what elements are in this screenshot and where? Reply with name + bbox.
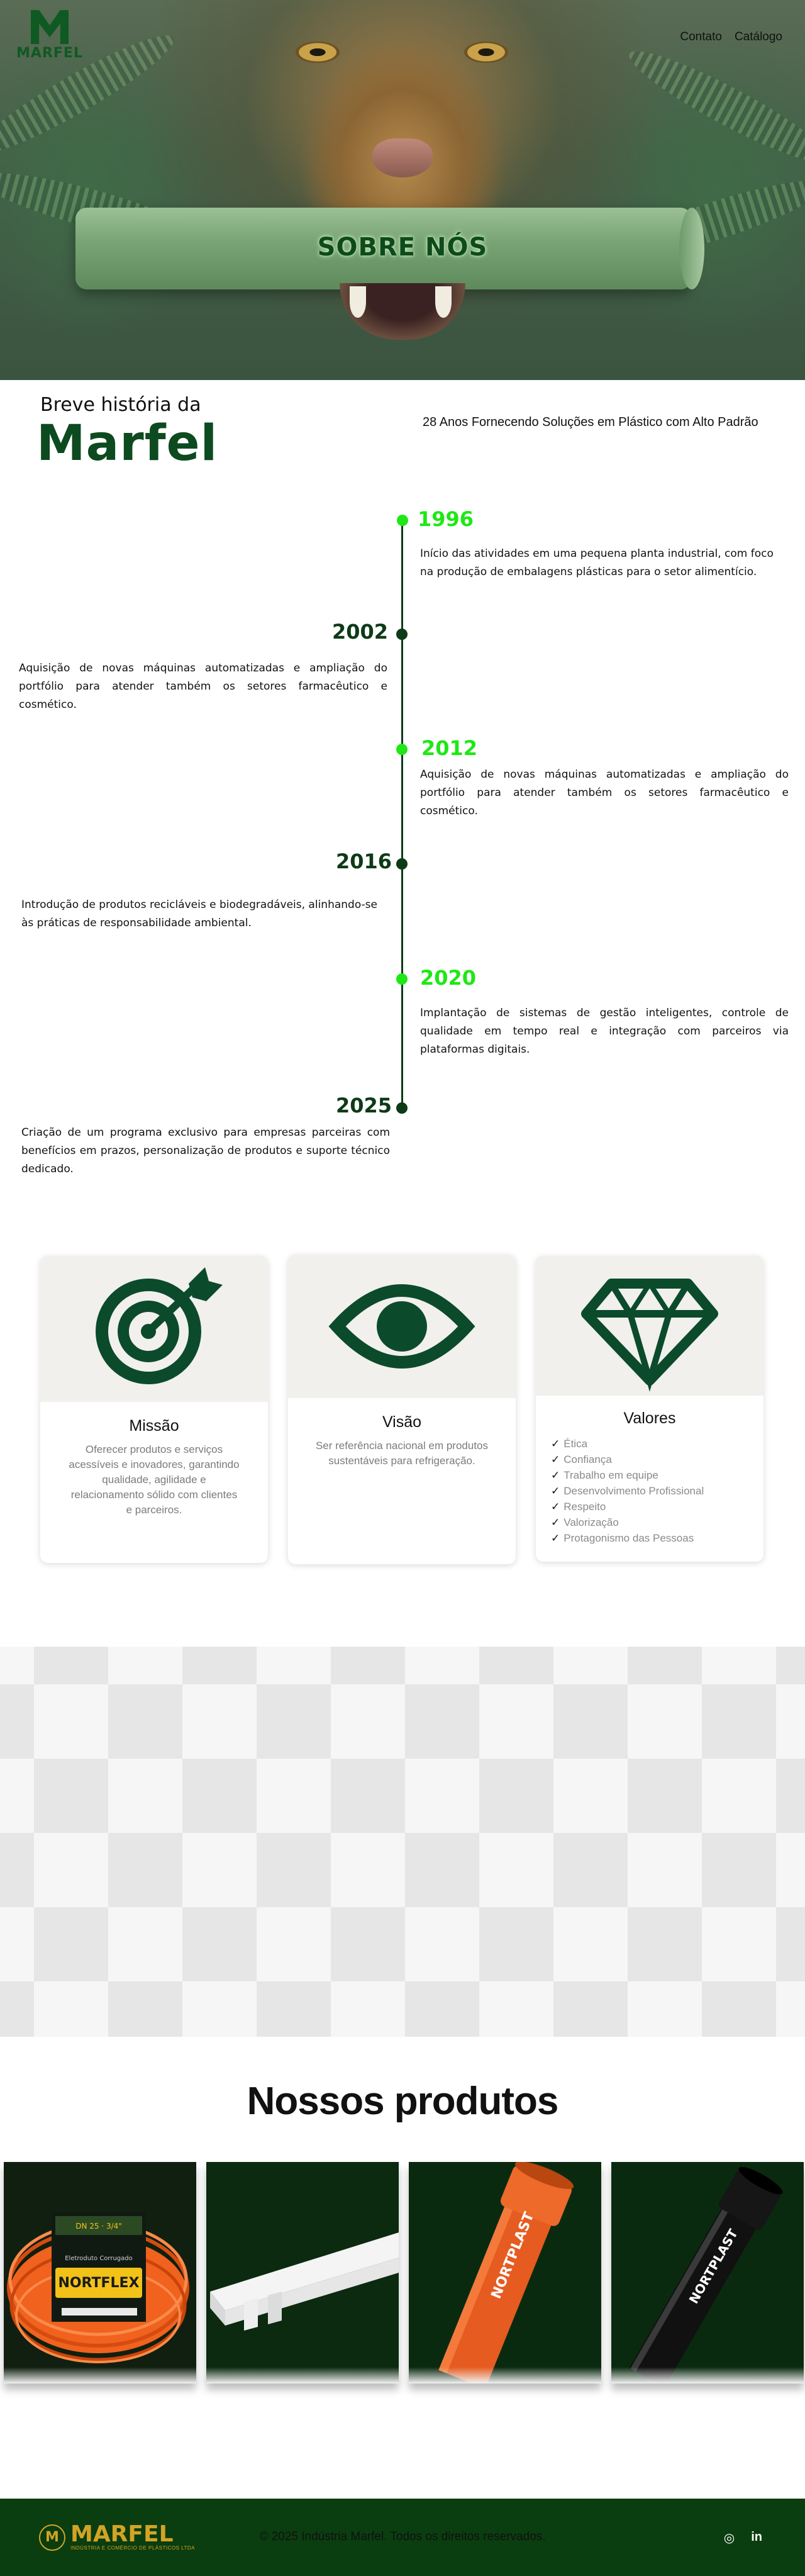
target-icon	[96, 1267, 223, 1384]
timeline-dot	[396, 973, 408, 985]
black-pipe-image: NORTPLAST	[629, 2166, 783, 2383]
orange-pipe-image: NORTPLAST	[438, 2162, 574, 2383]
mission-title: Missão	[129, 1417, 179, 1435]
values-list: ✓ Ética ✓ Confiança ✓ Trabalho em equipe ✓ D…	[551, 1436, 704, 1546]
timeline-dot	[396, 1102, 408, 1114]
nav-contato[interactable]: Contato	[680, 30, 722, 44]
mission-text: Oferecer produtos e serviços acessíveis …	[69, 1443, 240, 1516]
jaguar-nose	[372, 138, 433, 177]
top-nav: Contato Catálogo	[680, 30, 782, 44]
check-icon: ✓	[551, 1453, 560, 1465]
product-card-orange-pipe[interactable]: NORTPLAST	[409, 2162, 601, 2383]
check-icon: ✓	[551, 1501, 560, 1513]
history-tagline: 28 Anos Fornecendo Soluções em Plástico …	[423, 415, 758, 429]
mission-card: Missão Oferecer produtos e serviços aces…	[40, 1256, 268, 1563]
vision-text: Ser referência nacional em produtos sust…	[315, 1440, 489, 1467]
vision-title: Visão	[382, 1413, 422, 1431]
check-icon: ✓	[551, 1532, 560, 1544]
diamond-icon	[581, 1279, 718, 1392]
timeline-line	[401, 520, 403, 1109]
eye-icon	[328, 1284, 475, 1369]
timeline-text: Aquisição de novas máquinas automatizada…	[420, 768, 789, 817]
footer: M MARFEL INDÚSTRIA E COMÉRCIO DE PLÁSTIC…	[0, 2499, 805, 2576]
fern-leaf	[620, 37, 805, 177]
timeline-year: 2016	[336, 849, 392, 873]
check-icon: ✓	[551, 1516, 560, 1528]
timeline-year: 2012	[421, 736, 478, 760]
product-card-nortflex[interactable]: DN 25 · 3/4" NORTFLEX Eletroduto Corruga…	[4, 2162, 196, 2383]
vision-art	[288, 1255, 516, 1398]
check-icon: ✓	[551, 1469, 560, 1481]
timeline-text: Criação de um programa exclusivo para em…	[21, 1126, 390, 1175]
values-list-item: ✓ Protagonismo das Pessoas	[551, 1532, 694, 1544]
timeline-dot	[396, 858, 408, 870]
timeline-year: 2020	[420, 966, 477, 990]
product-brand-label: NORTFLEX	[58, 2275, 139, 2291]
values-art	[536, 1256, 763, 1396]
logo-wordmark: MARFEL	[16, 45, 83, 61]
timeline-dot	[396, 629, 408, 640]
values-list-item: ✓ Ética	[551, 1438, 588, 1450]
values-list-item: ✓ Trabalho em equipe	[551, 1469, 658, 1481]
linkedin-icon[interactable]: in	[751, 2530, 762, 2546]
timeline-text: Implantação de sistemas de gestão inteli…	[420, 1007, 789, 1056]
jaguar-eye	[296, 42, 340, 63]
timeline-text: Introdução de produtos recicláveis e bio…	[21, 899, 377, 929]
product-subtitle-label: Eletroduto Corrugado	[65, 2255, 133, 2262]
footer-copyright: © 2025 Indústria Marfel. Todos os direit…	[259, 2530, 546, 2543]
footer-logo-tagline: INDÚSTRIA E COMÉRCIO DE PLÁSTICOS LTDA	[70, 2545, 195, 2551]
hero-banner: SOBRE NÓS	[0, 0, 805, 380]
product-card-profile[interactable]	[206, 2162, 399, 2383]
jaguar-fang	[350, 286, 366, 318]
values-list-item: ✓ Valorização	[551, 1516, 619, 1528]
timeline-text: Início das atividades em uma pequena pla…	[420, 547, 774, 578]
timeline-text: Aquisição de novas máquinas automatizada…	[19, 662, 387, 711]
jaguar-eye	[464, 42, 508, 63]
values-list-item: ✓ Respeito	[551, 1501, 606, 1513]
timeline-dot	[396, 744, 408, 755]
product-card-black-pipe[interactable]: NORTPLAST	[611, 2162, 804, 2383]
corrugated-hose-image: DN 25 · 3/4" NORTFLEX Eletroduto Corruga…	[7, 2212, 189, 2363]
values-list-item: ✓ Confiança	[551, 1453, 612, 1465]
check-icon: ✓	[551, 1485, 560, 1497]
values-card: Valores ✓ Ética ✓ Confiança ✓ Trabalho em e…	[536, 1256, 763, 1562]
hero-title: SOBRE NÓS	[317, 233, 488, 262]
timeline-year: 1996	[418, 507, 474, 531]
nav-catalogo[interactable]: Catálogo	[735, 30, 782, 44]
check-icon: ✓	[551, 1438, 560, 1450]
product-spec-label: DN 25 · 3/4"	[75, 2222, 122, 2231]
values-title: Valores	[623, 1409, 676, 1427]
timeline-dot	[397, 515, 408, 526]
timeline-year: 2025	[336, 1094, 392, 1117]
jaguar-fang	[435, 286, 452, 318]
history-heading: Breve história da	[40, 394, 201, 416]
history-brand: Marfel	[36, 415, 218, 472]
timeline-year: 2002	[332, 620, 389, 644]
values-list-item: ✓ Desenvolvimento Profissional	[551, 1485, 704, 1497]
products-title: Nossos produtos	[247, 2080, 559, 2123]
image-placeholder	[0, 1647, 805, 2037]
vision-card: Visão Ser referência nacional em produto…	[288, 1255, 516, 1564]
footer-social: ◎ in	[724, 2530, 762, 2546]
mission-art	[40, 1256, 268, 1402]
pvc-profile-image	[210, 2232, 399, 2331]
instagram-icon[interactable]: ◎	[724, 2530, 735, 2546]
brand-logo[interactable]: MARFEL	[15, 8, 84, 70]
logo-m-icon	[27, 8, 72, 47]
